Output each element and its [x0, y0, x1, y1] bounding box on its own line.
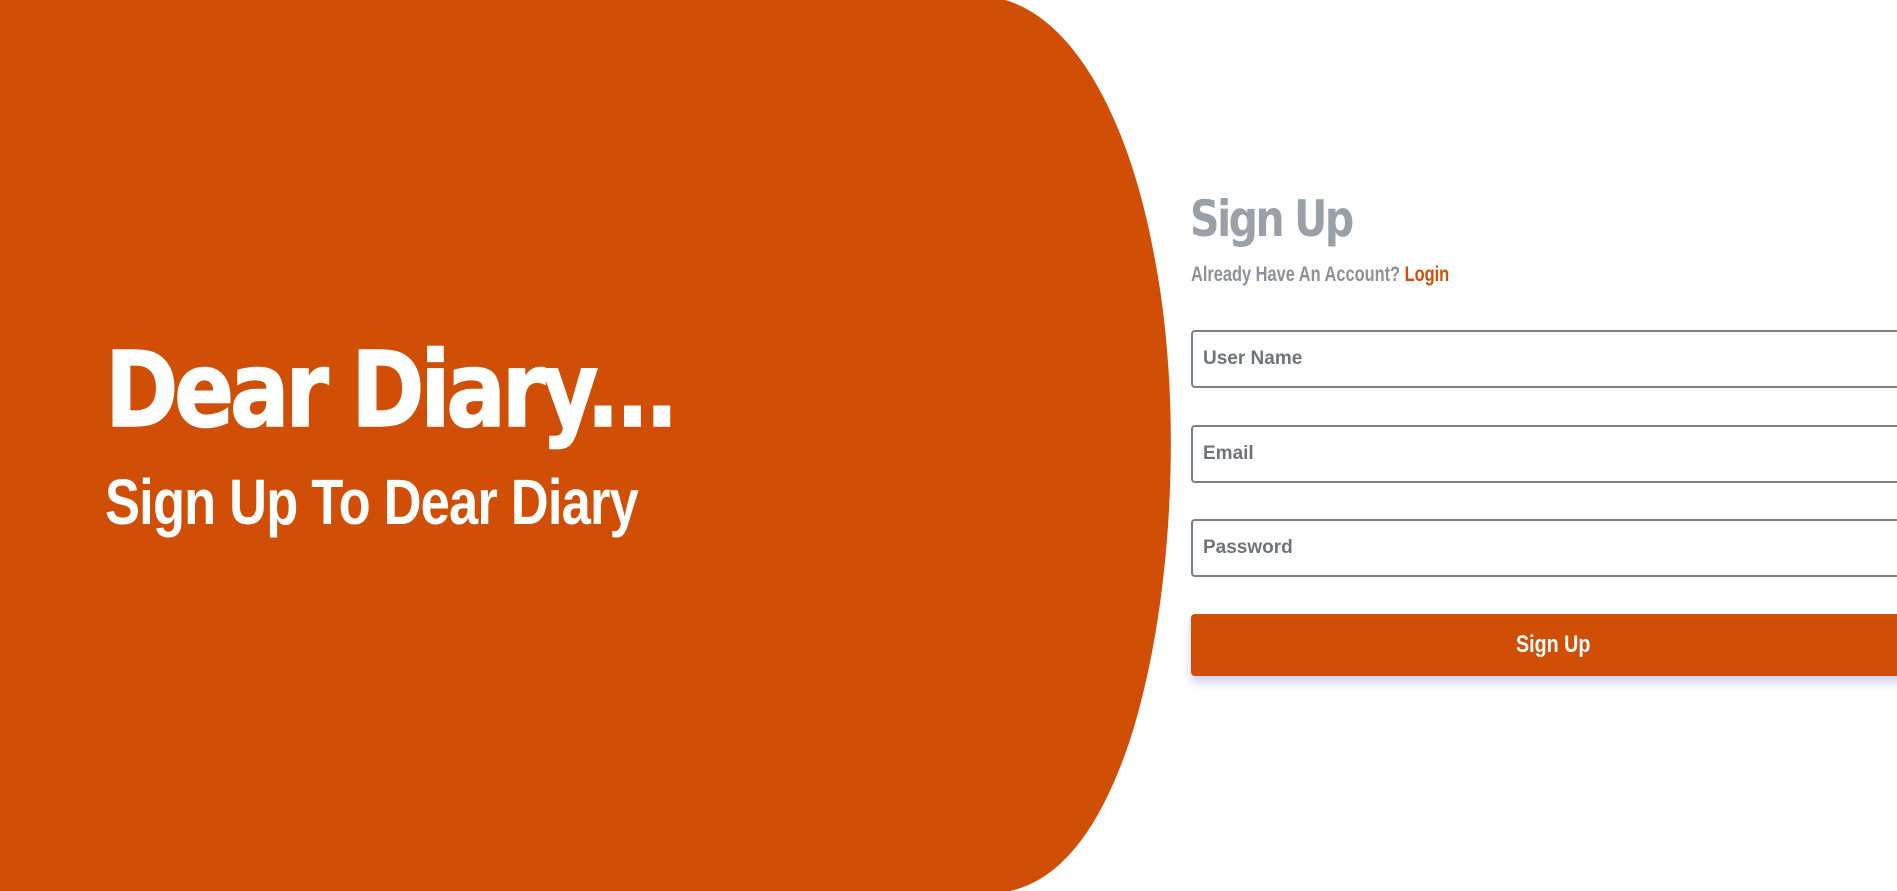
sign-up-button[interactable]: Sign Up	[1191, 614, 1897, 676]
account-prompt-text: Already Have An Account?	[1191, 263, 1401, 286]
username-field[interactable]	[1191, 330, 1897, 388]
sign-up-button-label: Sign Up	[1516, 631, 1591, 658]
signup-form: Sign Up Already Have An Account? Login S…	[1190, 0, 1897, 891]
login-link[interactable]: Login	[1405, 263, 1450, 286]
hero-text-block: Dear Diary... Sign Up To Dear Diary	[104, 329, 775, 538]
form-title: Sign Up	[1190, 190, 1354, 248]
signup-page: Dear Diary... Sign Up To Dear Diary Sign…	[0, 0, 1897, 891]
hero-subtitle: Sign Up To Dear Diary	[105, 466, 639, 538]
hero-title: Dear Diary...	[104, 329, 679, 451]
password-field[interactable]	[1191, 519, 1897, 577]
account-prompt-line: Already Have An Account? Login	[1191, 263, 1449, 287]
email-field[interactable]	[1191, 425, 1897, 483]
